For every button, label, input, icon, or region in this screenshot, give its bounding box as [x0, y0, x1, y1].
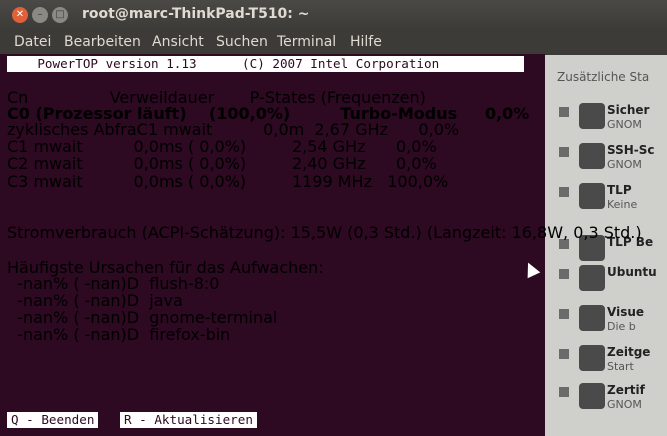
wakeup-row: -nan% ( -nan)D flush-8:0 — [7, 274, 220, 293]
menu-bar: Datei Bearbeiten Ansicht Suchen Terminal… — [0, 30, 667, 54]
menu-terminal[interactable]: Terminal — [277, 34, 336, 50]
menu-ansicht[interactable]: Ansicht — [152, 34, 204, 50]
wakeup-row: -nan% ( -nan)D gnome-terminal — [7, 308, 278, 327]
close-icon[interactable]: ✕ — [12, 7, 28, 23]
cstate-row: C1 mwait 0,0ms ( 0,0%) 2,54 GHz 0,0% — [7, 137, 437, 156]
menu-suchen[interactable]: Suchen — [216, 34, 268, 50]
window-title: root@marc-ThinkPad-T510: ~ — [82, 6, 310, 22]
terminal-window: ✕ – □ root@marc-ThinkPad-T510: ~ Datei B… — [0, 0, 667, 436]
menu-bearbeiten[interactable]: Bearbeiten — [64, 34, 141, 50]
cstate-row: C3 mwait 0,0ms ( 0,0%) 1199 MHz 100,0% — [7, 172, 449, 191]
wakeup-row: -nan% ( -nan)D java — [7, 291, 183, 310]
wakeup-row: -nan% ( -nan)D firefox-bin — [7, 325, 231, 344]
menu-datei[interactable]: Datei — [14, 34, 51, 50]
minimize-icon[interactable]: – — [32, 7, 48, 23]
powertop-header: PowerTOP version 1.13 (C) 2007 Intel Cor… — [7, 56, 524, 72]
title-bar[interactable]: ✕ – □ root@marc-ThinkPad-T510: ~ — [0, 0, 667, 30]
cstate-row: C2 mwait 0,0ms ( 0,0%) 2,40 GHz 0,0% — [7, 154, 437, 173]
quit-key[interactable]: Q - Beenden — [7, 412, 99, 428]
refresh-key[interactable]: R - Aktualisieren — [120, 412, 257, 428]
power-estimate: Stromverbrauch (ACPI-Schätzung): 15,5W (… — [7, 223, 642, 242]
maximize-icon[interactable]: □ — [52, 7, 68, 23]
cstate-row: zyklisches AbfraC1 mwait 0,0m 2,67 GHz 0… — [7, 120, 460, 139]
menu-hilfe[interactable]: Hilfe — [350, 34, 382, 50]
